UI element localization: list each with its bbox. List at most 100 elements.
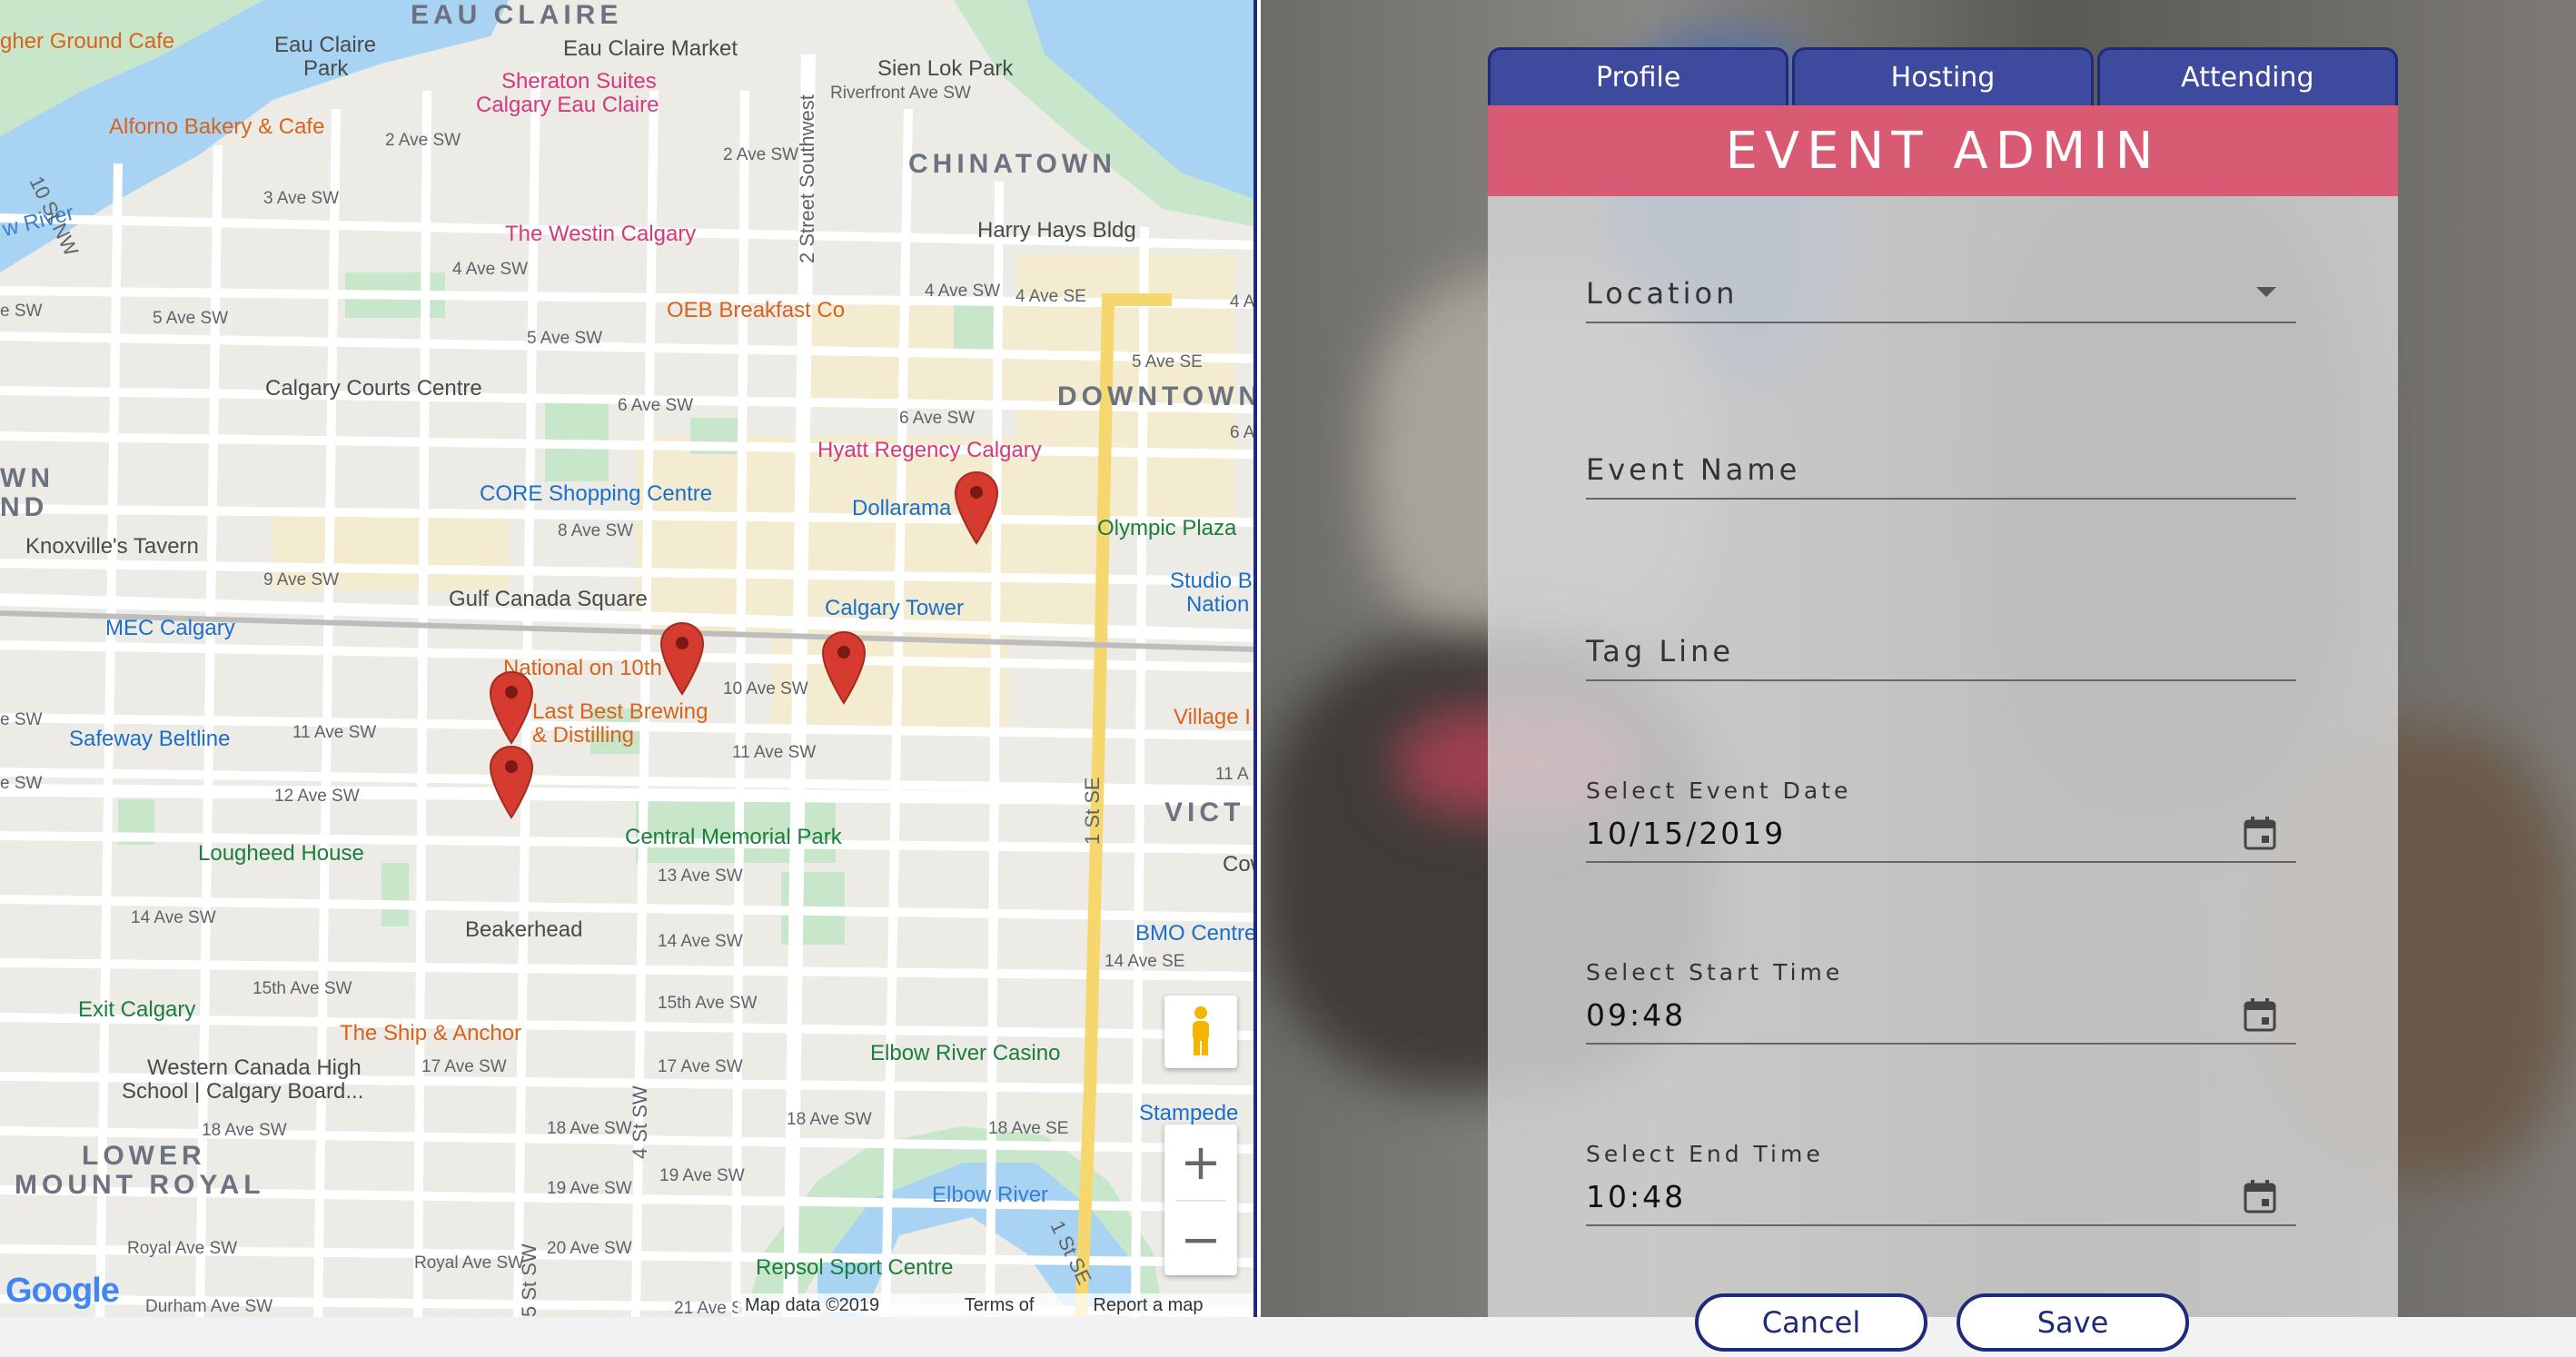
- map-view[interactable]: EAU CLAIRE CHINATOWN DOWNTOWN LOWER MOUN…: [0, 0, 1257, 1317]
- start-time-value: 09:48: [1586, 997, 1687, 1033]
- calendar-icon[interactable]: [2244, 1179, 2276, 1213]
- poi-eau-claire-market[interactable]: Eau Claire Market: [563, 36, 738, 62]
- street-4a: 4 A: [1230, 292, 1255, 312]
- zoom-control: + −: [1164, 1124, 1237, 1275]
- street-royal-b: Royal Ave SW: [414, 1253, 525, 1273]
- end-time-value: 10:48: [1586, 1179, 1687, 1214]
- poi-eau-claire-park[interactable]: Eau Claire: [274, 33, 376, 58]
- poi-eau-claire-park-2[interactable]: Park: [303, 56, 348, 82]
- street-6-ave-b: 6 Ave SW: [899, 409, 976, 428]
- map-pin-marker[interactable]: [821, 630, 867, 705]
- zoom-in-button[interactable]: +: [1164, 1124, 1237, 1200]
- app-root: EAU CLAIRE CHINATOWN DOWNTOWN LOWER MOUN…: [0, 0, 2576, 1357]
- save-button[interactable]: Save: [1957, 1293, 2189, 1352]
- map-attribution: Map data ©2019 Google Terms of Use Repor…: [738, 1293, 1253, 1317]
- street-5-ave-se: 5 Ave SE: [1132, 352, 1203, 371]
- street-18-ave-a: 18 Ave SW: [202, 1121, 287, 1140]
- street-6-ave-a: 6 Ave SW: [618, 396, 694, 415]
- poi-ship-anchor[interactable]: The Ship & Anchor: [340, 1021, 521, 1046]
- poi-village[interactable]: Village I: [1174, 705, 1251, 730]
- street-2-ave-b: 2 Ave SW: [723, 145, 799, 164]
- map-pin-marker[interactable]: [489, 670, 534, 745]
- poi-last-best[interactable]: Last Best Brewing: [532, 699, 708, 725]
- event-date-field[interactable]: Select Event Date 10/15/2019: [1586, 770, 2296, 863]
- poi-repsol[interactable]: Repsol Sport Centre: [756, 1255, 953, 1281]
- tab-profile[interactable]: Profile: [1488, 47, 1789, 105]
- poi-higher-ground[interactable]: gher Ground Cafe: [0, 29, 174, 54]
- poi-mec[interactable]: MEC Calgary: [105, 616, 235, 641]
- terms-of-use-link[interactable]: Terms of Use: [965, 1295, 1072, 1317]
- poi-olympic-plaza[interactable]: Olympic Plaza: [1097, 516, 1236, 541]
- poi-last-best-2[interactable]: & Distilling: [532, 723, 634, 748]
- poi-exit-calgary[interactable]: Exit Calgary: [78, 997, 195, 1023]
- district-nd: ND: [0, 492, 49, 522]
- poi-beakerhead[interactable]: Beakerhead: [465, 917, 582, 943]
- street-18-ave-b: 18 Ave SW: [547, 1119, 632, 1138]
- page-footer-strip: [0, 1317, 2576, 1357]
- calendar-icon[interactable]: [2244, 997, 2276, 1032]
- street-view-pegman-button[interactable]: [1164, 995, 1237, 1068]
- location-select[interactable]: Location: [1586, 256, 2296, 323]
- label-elbow-river: Elbow River: [932, 1183, 1049, 1207]
- cancel-button[interactable]: Cancel: [1695, 1293, 1927, 1352]
- poi-oeb[interactable]: OEB Breakfast Co: [667, 298, 845, 323]
- poi-dollarama[interactable]: Dollarama: [852, 496, 951, 521]
- report-map-error-link[interactable]: Report a map error: [1093, 1295, 1246, 1317]
- poi-western-canada-2[interactable]: School | Calgary Board...: [122, 1079, 363, 1104]
- street-17-ave-b: 17 Ave SW: [658, 1057, 743, 1076]
- street-14-ave-a: 14 Ave SW: [131, 908, 216, 927]
- street-5-ave-b: 5 Ave SW: [527, 329, 603, 348]
- zoom-out-button[interactable]: −: [1164, 1202, 1237, 1277]
- poi-core[interactable]: CORE Shopping Centre: [480, 481, 712, 507]
- event-admin-panel: EVENT ADMIN Location Event Name Tag Line…: [1488, 105, 2398, 1317]
- map-pin-marker[interactable]: [489, 745, 534, 819]
- street-4-st-sw: 4 St SW: [629, 1085, 651, 1159]
- tag-line-field[interactable]: Tag Line: [1586, 614, 2296, 681]
- poi-sheraton[interactable]: Sheraton Suites: [501, 69, 657, 94]
- poi-studio[interactable]: Studio B: [1170, 569, 1253, 594]
- poi-calgary-tower[interactable]: Calgary Tower: [825, 596, 964, 621]
- street-10-ave: 10 Ave SW: [723, 679, 808, 698]
- street-riverfront: Riverfront Ave SW: [830, 84, 971, 103]
- poi-elbow-casino[interactable]: Elbow River Casino: [870, 1041, 1060, 1066]
- poi-lougheed[interactable]: Lougheed House: [198, 841, 364, 867]
- street-sw-partial: e SW: [0, 302, 43, 321]
- poi-sheraton-2[interactable]: Calgary Eau Claire: [476, 93, 659, 118]
- poi-sien-lok[interactable]: Sien Lok Park: [877, 56, 1013, 82]
- street-5-st-sw: 5 St SW: [518, 1243, 540, 1317]
- poi-western-canada[interactable]: Western Canada High: [147, 1055, 362, 1081]
- poi-gulf[interactable]: Gulf Canada Square: [449, 587, 648, 612]
- street-18-ave-c: 18 Ave SW: [787, 1110, 872, 1129]
- street-4-ave-a: 4 Ave SW: [452, 260, 529, 279]
- page-title: EVENT ADMIN: [1725, 121, 2161, 181]
- street-21-ave: 21 Ave S: [674, 1299, 743, 1317]
- poi-hyatt[interactable]: Hyatt Regency Calgary: [817, 438, 1042, 463]
- street-1-st-se: 1 St SE: [1081, 777, 1104, 845]
- poi-bmo[interactable]: BMO Centre: [1135, 921, 1253, 946]
- poi-harry-hays[interactable]: Harry Hays Bldg: [977, 218, 1136, 243]
- calendar-icon[interactable]: [2244, 816, 2276, 850]
- street-sw-partial-2: e SW: [0, 710, 43, 729]
- tab-hosting[interactable]: Hosting: [1792, 47, 2094, 105]
- poi-stampede[interactable]: Stampede: [1139, 1101, 1238, 1126]
- poi-knoxville[interactable]: Knoxville's Tavern: [25, 534, 199, 560]
- map-pin-marker[interactable]: [659, 621, 705, 696]
- map-pin-marker[interactable]: [954, 470, 999, 545]
- google-logo-text: Google: [5, 1272, 120, 1310]
- poi-studio-2[interactable]: Nation: [1186, 592, 1249, 618]
- start-time-field[interactable]: Select Start Time 09:48: [1586, 952, 2296, 1045]
- poi-cow[interactable]: Cow: [1223, 852, 1253, 877]
- event-name-field[interactable]: Event Name: [1586, 432, 2296, 500]
- street-royal-a: Royal Ave SW: [127, 1239, 238, 1258]
- poi-safeway[interactable]: Safeway Beltline: [69, 727, 230, 752]
- poi-alforno[interactable]: Alforno Bakery & Cafe: [109, 114, 324, 140]
- street-sw-partial-3: e SW: [0, 774, 43, 793]
- google-logo[interactable]: Google: [5, 1272, 120, 1311]
- tab-attending[interactable]: Attending: [2096, 47, 2398, 105]
- street-20-ave: 20 Ave SW: [547, 1239, 632, 1258]
- poi-courts[interactable]: Calgary Courts Centre: [265, 376, 482, 401]
- poi-central-memorial[interactable]: Central Memorial Park: [625, 825, 842, 850]
- poi-westin[interactable]: The Westin Calgary: [505, 222, 696, 247]
- street-11-ave-b: 11 Ave SW: [732, 743, 817, 762]
- end-time-field[interactable]: Select End Time 10:48: [1586, 1134, 2296, 1226]
